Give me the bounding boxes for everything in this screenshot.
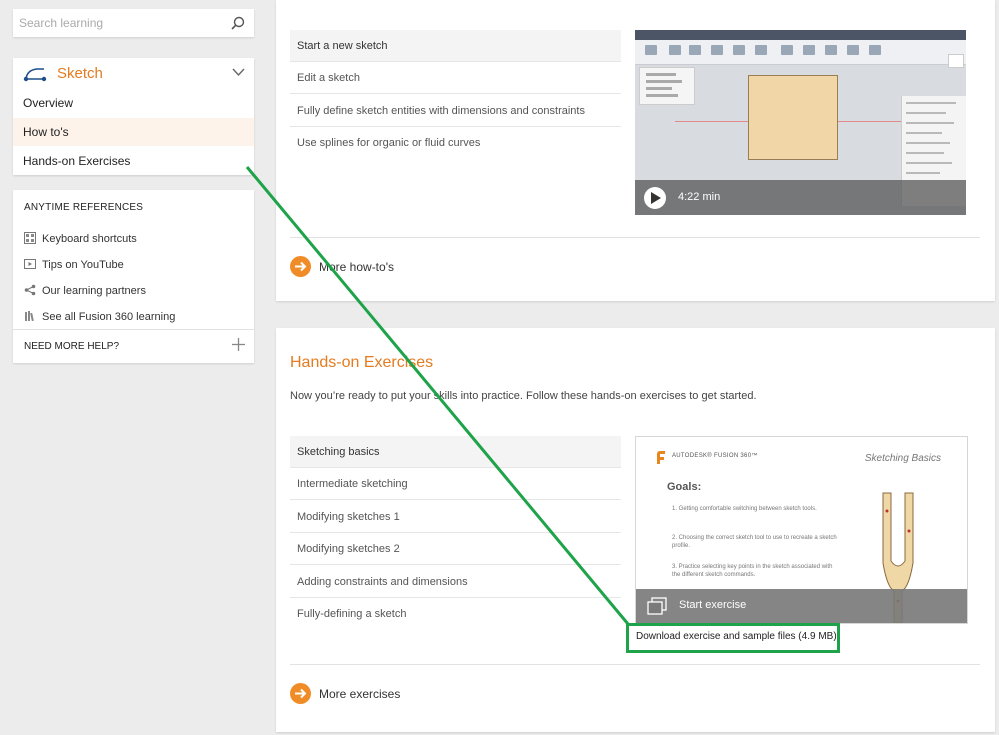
references-panel: ANYTIME REFERENCES Keyboard shortcuts Ti… xyxy=(13,190,254,363)
video-app-titlebar xyxy=(635,30,966,40)
fusion-brand: AUTODESK® FUSION 360™ xyxy=(672,453,758,459)
how-to-start-new-sketch[interactable]: Start a new sketch xyxy=(290,30,621,62)
search-input[interactable] xyxy=(13,9,229,37)
video-viewcube xyxy=(948,54,964,68)
exercises-description: Now you’re ready to put your skills into… xyxy=(290,390,757,402)
exercise-adding-constraints[interactable]: Adding constraints and dimensions xyxy=(290,566,621,598)
exercises-panel: Hands-on Exercises Now you’re ready to p… xyxy=(276,328,995,732)
exercise-sketching-basics[interactable]: Sketching basics xyxy=(290,436,621,468)
video-browser-tree xyxy=(639,67,695,105)
magnifier-icon[interactable] xyxy=(231,16,245,30)
arrow-right-circle-icon xyxy=(290,256,311,277)
nav-item-hands-on-exercises[interactable]: Hands-on Exercises xyxy=(13,147,254,175)
video-icon xyxy=(24,259,36,269)
goal-2: 2. Choosing the correct sketch tool to u… xyxy=(672,535,837,549)
slide-title: Sketching Basics xyxy=(864,453,941,464)
references-header: ANYTIME REFERENCES xyxy=(24,202,144,213)
how-to-panel: Start a new sketch Edit a sketch Fully d… xyxy=(276,0,995,301)
exercise-thumbnail[interactable]: AUTODESK® FUSION 360™ Sketching Basics G… xyxy=(635,436,968,624)
download-files-link[interactable]: Download exercise and sample files (4.9 … xyxy=(626,623,840,653)
slides-icon xyxy=(647,597,667,615)
exercise-intermediate-sketching[interactable]: Intermediate sketching xyxy=(290,468,621,500)
keyboard-icon xyxy=(24,232,36,244)
how-to-divider xyxy=(290,237,980,238)
search-box xyxy=(13,9,254,37)
exercise-fully-defining[interactable]: Fully-defining a sketch xyxy=(290,598,621,629)
exercise-modifying-sketches-2[interactable]: Modifying sketches 2 xyxy=(290,533,621,565)
how-to-use-splines[interactable]: Use splines for organic or fluid curves xyxy=(290,127,621,158)
sketch-icon xyxy=(23,68,47,82)
how-to-video[interactable]: 4:22 min xyxy=(635,30,966,215)
sketch-nav-header[interactable]: Sketch xyxy=(13,58,254,89)
play-button[interactable] xyxy=(644,187,666,209)
share-icon xyxy=(24,284,36,296)
video-app-toolbar xyxy=(635,40,966,65)
start-exercise-button[interactable]: Start exercise xyxy=(636,589,967,623)
goal-1: 1. Getting comfortable switching between… xyxy=(672,506,817,512)
video-control-bar: 4:22 min xyxy=(635,180,966,215)
exercises-divider xyxy=(290,664,980,665)
play-icon xyxy=(651,192,661,204)
video-sketch-rectangle xyxy=(748,75,838,160)
plus-icon[interactable] xyxy=(232,338,245,351)
arrow-right-circle-icon xyxy=(290,683,311,704)
chevron-down-icon[interactable] xyxy=(232,68,245,77)
exercises-title: Hands-on Exercises xyxy=(290,354,434,371)
exercise-modifying-sketches-1[interactable]: Modifying sketches 1 xyxy=(290,501,621,533)
goal-3: 3. Practice selecting key points in the … xyxy=(672,564,833,578)
video-duration: 4:22 min xyxy=(678,191,721,203)
nav-item-overview[interactable]: Overview xyxy=(13,89,254,117)
sketch-nav-title: Sketch xyxy=(57,65,103,82)
goals-title: Goals: xyxy=(667,481,702,493)
references-divider xyxy=(13,329,254,330)
nav-item-how-tos[interactable]: How to's xyxy=(13,118,254,146)
need-more-help-label[interactable]: NEED MORE HELP? xyxy=(24,341,119,352)
books-icon xyxy=(25,311,34,322)
how-to-fully-define-sketch[interactable]: Fully define sketch entities with dimens… xyxy=(290,95,621,127)
sketch-nav: Sketch Overview How to's Hands-on Exerci… xyxy=(13,58,254,175)
fusion-logo-icon xyxy=(657,451,665,464)
how-to-edit-sketch[interactable]: Edit a sketch xyxy=(290,62,621,94)
